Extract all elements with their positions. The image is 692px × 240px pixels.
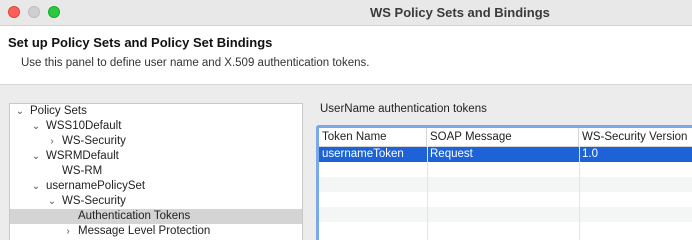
soap-message-cell: Request xyxy=(430,148,473,160)
tokens-panel-title: UserName authentication tokens xyxy=(320,103,487,115)
tree-item-wsrmdefault[interactable]: ⌄ WSRMDefault xyxy=(10,149,302,164)
tree-item-ws-security[interactable]: › WS-Security xyxy=(10,134,302,149)
window-title: WS Policy Sets and Bindings xyxy=(370,5,550,20)
tree-item-ws-rm[interactable]: WS-RM xyxy=(10,164,302,179)
tree-item-label: usernamePolicySet xyxy=(46,180,146,192)
chevron-down-icon[interactable]: ⌄ xyxy=(30,179,42,194)
title-bar: WS Policy Sets and Bindings xyxy=(0,0,692,26)
table-header: Token Name SOAP Message WS-Security Vers… xyxy=(319,128,692,147)
chevron-down-icon[interactable]: ⌄ xyxy=(14,104,26,119)
page-header: Set up Policy Sets and Policy Set Bindin… xyxy=(0,26,692,85)
column-divider xyxy=(579,146,580,240)
tree-item-message-level-protection[interactable]: › Message Level Protection xyxy=(10,224,302,239)
chevron-right-icon[interactable]: › xyxy=(46,134,58,149)
tree-item-policy-sets[interactable]: ⌄ Policy Sets xyxy=(10,104,302,119)
page-title: Set up Policy Sets and Policy Set Bindin… xyxy=(8,35,273,50)
tree-item-label: WS-RM xyxy=(62,165,103,177)
maximize-window-button[interactable] xyxy=(48,6,60,18)
tree-item-label: Authentication Tokens xyxy=(78,210,191,222)
tree-item-wss10default[interactable]: ⌄ WSS10Default xyxy=(10,119,302,134)
chevron-right-icon[interactable]: › xyxy=(62,224,74,239)
tree-item-label: Policy Sets xyxy=(30,105,87,117)
empty-table-row xyxy=(319,192,692,207)
empty-table-row xyxy=(319,207,692,222)
tree-item-authentication-tokens[interactable]: Authentication Tokens xyxy=(10,209,302,224)
tree-item-label: Message Level Protection xyxy=(78,225,211,237)
table-row[interactable]: usernameToken Request 1.0 xyxy=(319,147,692,162)
column-header-token-name[interactable]: Token Name xyxy=(319,128,427,146)
tree-item-ws-security[interactable]: ⌄ WS-Security xyxy=(10,194,302,209)
ws-security-version-cell: 1.0 xyxy=(582,148,598,160)
tree-item-label: WS-Security xyxy=(62,135,126,147)
page-description: Use this panel to define user name and X… xyxy=(21,57,370,69)
tree-item-label: WSRMDefault xyxy=(46,150,119,162)
minimize-window-button[interactable] xyxy=(28,6,40,18)
tokens-table[interactable]: Token Name SOAP Message WS-Security Vers… xyxy=(316,125,692,240)
empty-table-row xyxy=(319,222,692,237)
empty-table-row xyxy=(319,162,692,177)
chevron-down-icon[interactable]: ⌄ xyxy=(46,194,58,209)
tree-item-label: WSS10Default xyxy=(46,120,122,132)
token-name-cell: usernameToken xyxy=(322,148,404,160)
chevron-down-icon[interactable]: ⌄ xyxy=(30,149,42,164)
close-window-button[interactable] xyxy=(8,6,20,18)
column-header-ws-security-version[interactable]: WS-Security Version xyxy=(579,128,692,146)
policy-sets-tree[interactable]: ⌄ Policy Sets ⌄ WSS10Default › WS-Securi… xyxy=(9,103,303,240)
tree-item-label: WS-Security xyxy=(62,195,126,207)
tree-item-usernamepolicyset[interactable]: ⌄ usernamePolicySet xyxy=(10,179,302,194)
column-header-soap-message[interactable]: SOAP Message xyxy=(427,128,579,146)
column-divider xyxy=(427,146,428,240)
chevron-down-icon[interactable]: ⌄ xyxy=(30,119,42,134)
empty-table-row xyxy=(319,177,692,192)
